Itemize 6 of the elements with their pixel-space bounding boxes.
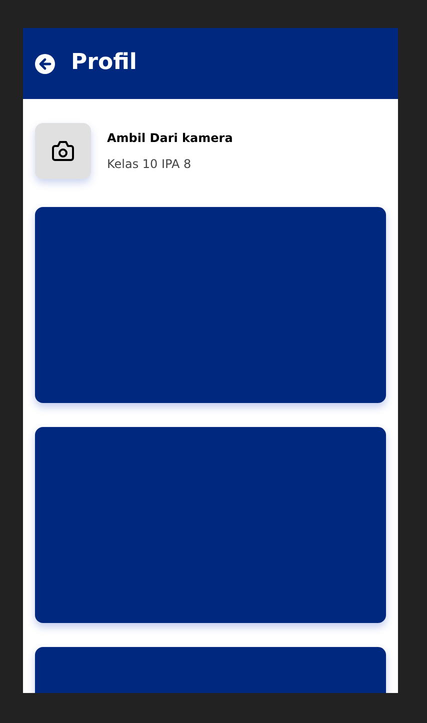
camera-button[interactable] <box>35 123 91 179</box>
class-label: Kelas 10 IPA 8 <box>107 156 192 173</box>
back-icon[interactable] <box>35 54 55 74</box>
camera-icon <box>51 140 75 162</box>
camera-label: Ambil Dari kamera <box>107 130 233 147</box>
page-title: Profil <box>71 50 137 77</box>
